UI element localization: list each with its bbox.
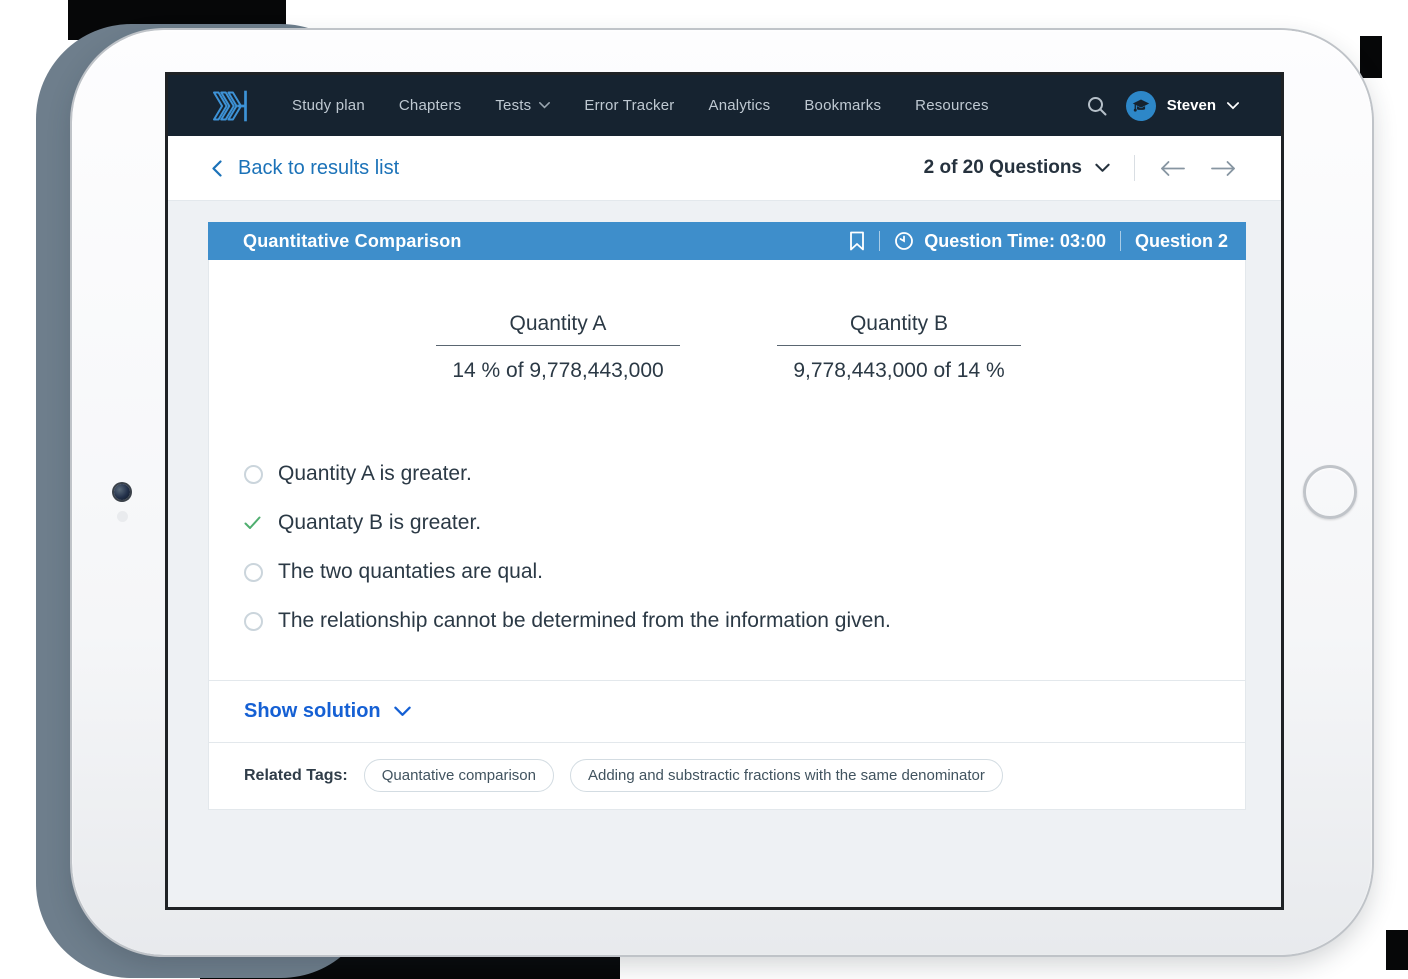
question-pager: 2 of 20 Questions — [924, 155, 1237, 181]
nav-item-label: Study plan — [292, 97, 365, 114]
nav-item-label: Chapters — [399, 97, 461, 114]
arrow-right-icon — [1210, 160, 1237, 177]
related-tags-label: Related Tags: — [244, 767, 348, 785]
header-divider — [1120, 231, 1121, 251]
tablet-home-button[interactable] — [1303, 465, 1357, 519]
avatar — [1126, 91, 1156, 121]
question-pager-dropdown[interactable]: 2 of 20 Questions — [924, 157, 1110, 179]
answer-option-label: The two quantaties are qual. — [278, 560, 543, 584]
app-screen: Study plan Chapters Tests Error Tracker … — [165, 72, 1284, 910]
nav-item-label: Error Tracker — [584, 97, 674, 114]
show-solution-label: Show solution — [244, 700, 381, 723]
nav-item-label: Bookmarks — [804, 97, 881, 114]
nav-items: Study plan Chapters Tests Error Tracker … — [292, 97, 989, 114]
quantity-a: Quantity A 14 % of 9,778,443,000 — [436, 312, 680, 383]
results-subheader: Back to results list 2 of 20 Questions — [168, 136, 1281, 201]
quantity-b: Quantity B 9,778,443,000 of 14 % — [777, 312, 1021, 383]
radio-unselected-icon[interactable] — [244, 465, 263, 484]
user-menu[interactable]: Steven — [1126, 91, 1239, 121]
answer-options: Quantity A is greater. Quantaty B is gre… — [209, 459, 1245, 680]
show-solution-toggle[interactable]: Show solution — [209, 680, 1245, 742]
main-content: Quantitative Comparison Question Time: 0… — [168, 201, 1281, 907]
question-number: Question 2 — [1135, 231, 1228, 252]
pager-divider — [1134, 155, 1135, 181]
tag-adding-substracting-fractions[interactable]: Adding and substractic fractions with th… — [570, 759, 1003, 792]
quantity-a-label: Quantity A — [436, 312, 680, 346]
chevron-down-icon — [1095, 163, 1110, 173]
nav-item-label: Resources — [915, 97, 989, 114]
question-time: Question Time: 03:00 — [924, 231, 1106, 252]
next-question-button[interactable] — [1210, 160, 1237, 177]
radio-unselected-icon[interactable] — [244, 563, 263, 582]
tablet-light-sensor — [117, 511, 128, 522]
back-to-results-link[interactable]: Back to results list — [212, 157, 399, 180]
background-shape-top-right — [1360, 36, 1382, 78]
header-divider — [879, 231, 880, 251]
radio-unselected-icon[interactable] — [244, 612, 263, 631]
chevron-down-icon — [1227, 102, 1239, 110]
tag-quantative-comparison[interactable]: Quantative comparison — [364, 759, 554, 792]
answer-option-3[interactable]: The two quantaties are qual. — [244, 557, 1245, 587]
nav-item-study-plan[interactable]: Study plan — [292, 97, 365, 114]
quantities: Quantity A 14 % of 9,778,443,000 Quantit… — [209, 260, 1245, 383]
answer-option-2[interactable]: Quantaty B is greater. — [244, 508, 1245, 538]
nav-item-tests[interactable]: Tests — [495, 97, 550, 114]
question-card: Quantitative Comparison Question Time: 0… — [208, 222, 1246, 810]
chevron-down-icon — [394, 706, 411, 717]
related-tags-row: Related Tags: Quantative comparison Addi… — [209, 742, 1245, 809]
timer-icon — [894, 231, 914, 251]
question-header-right: Question Time: 03:00 Question 2 — [849, 231, 1228, 252]
nav-item-label: Analytics — [709, 97, 771, 114]
quantity-a-value: 14 % of 9,778,443,000 — [436, 359, 680, 383]
check-mark-icon[interactable] — [244, 516, 263, 530]
question-card-body: Quantity A 14 % of 9,778,443,000 Quantit… — [208, 260, 1246, 810]
question-card-header: Quantitative Comparison Question Time: 0… — [208, 222, 1246, 260]
pager-arrows — [1159, 160, 1237, 177]
chevron-down-icon — [539, 102, 550, 109]
previous-question-button[interactable] — [1159, 160, 1186, 177]
graduation-cap-icon — [1131, 97, 1151, 115]
question-type-title: Quantitative Comparison — [243, 231, 462, 252]
chevron-left-icon — [212, 160, 222, 177]
pager-label: 2 of 20 Questions — [924, 157, 1082, 179]
arrow-left-icon — [1159, 160, 1186, 177]
brand-logo-icon[interactable] — [212, 88, 252, 124]
quantity-b-label: Quantity B — [777, 312, 1021, 346]
nav-right-group: Steven — [1086, 91, 1239, 121]
tablet-camera — [114, 484, 130, 500]
nav-item-chapters[interactable]: Chapters — [399, 97, 461, 114]
answer-option-1[interactable]: Quantity A is greater. — [244, 459, 1245, 489]
nav-item-resources[interactable]: Resources — [915, 97, 989, 114]
nav-item-error-tracker[interactable]: Error Tracker — [584, 97, 674, 114]
answer-option-label: Quantaty B is greater. — [278, 511, 481, 535]
answer-option-4[interactable]: The relationship cannot be determined fr… — [244, 606, 1245, 636]
nav-item-bookmarks[interactable]: Bookmarks — [804, 97, 881, 114]
nav-item-analytics[interactable]: Analytics — [709, 97, 771, 114]
search-icon[interactable] — [1086, 95, 1108, 117]
user-name: Steven — [1167, 97, 1216, 114]
page: Study plan Chapters Tests Error Tracker … — [0, 0, 1408, 979]
answer-option-label: The relationship cannot be determined fr… — [278, 609, 891, 633]
background-shape-bottom-right — [1386, 930, 1408, 970]
nav-item-label: Tests — [495, 97, 531, 114]
bookmark-icon[interactable] — [849, 231, 865, 251]
quantity-b-value: 9,778,443,000 of 14 % — [777, 359, 1021, 383]
back-link-label: Back to results list — [238, 157, 399, 180]
answer-option-label: Quantity A is greater. — [278, 462, 472, 486]
top-navbar: Study plan Chapters Tests Error Tracker … — [168, 75, 1281, 136]
